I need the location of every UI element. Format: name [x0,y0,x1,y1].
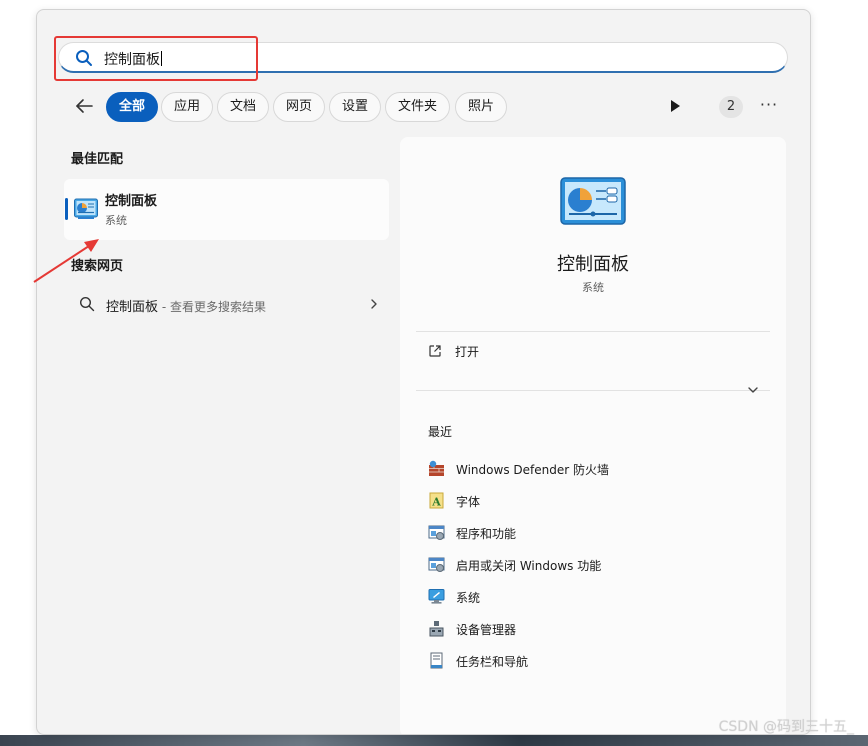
tab-photos[interactable]: 照片 [455,92,508,122]
recent-item-label: 程序和功能 [456,527,517,541]
best-match-result[interactable]: 控制面板 系统 [64,179,389,240]
device-manager-icon [429,621,444,637]
control-panel-large-icon [560,177,626,225]
tab-documents[interactable]: 文档 [217,92,270,122]
firewall-icon [429,460,444,476]
open-external-icon [429,345,441,357]
desktop-taskbar-strip [0,735,868,746]
best-match-heading: 最佳匹配 [71,152,124,167]
recent-item-device-manager[interactable]: 设备管理器 [428,619,768,639]
tab-all[interactable]: 全部 [106,92,159,122]
recent-heading: 最近 [428,425,453,439]
start-search-panel: 控制面板 全部 应用 文档 网页 设置 文件夹 照片 2 ··· 最佳匹配 控制… [36,9,811,735]
more-options-icon[interactable]: ··· [758,96,780,118]
search-icon [79,296,95,312]
programs-icon [428,525,445,540]
best-match-title: 控制面板 [105,194,158,209]
web-search-query: 控制面板 [106,300,159,315]
recent-item-label: 任务栏和导航 [456,655,529,669]
count-badge[interactable]: 2 [719,96,743,118]
recent-item-windows-features[interactable]: 启用或关闭 Windows 功能 [428,555,768,575]
recent-item-firewall[interactable]: Windows Defender 防火墙 [428,459,768,479]
open-label: 打开 [455,345,480,359]
chevron-right-icon [371,299,377,309]
tab-apps[interactable]: 应用 [161,92,214,122]
taskbar-icon [430,652,443,669]
recent-item-label: 设备管理器 [456,623,517,637]
annotation-highlight-box [54,36,258,81]
recent-item-fonts[interactable]: A 字体 [428,491,768,511]
recent-item-label: Windows Defender 防火墙 [456,463,609,477]
recent-item-programs[interactable]: 程序和功能 [428,523,768,543]
detail-app-name: 控制面板 [557,254,629,275]
recent-item-taskbar[interactable]: 任务栏和导航 [428,651,768,671]
web-search-suffix: - 查看更多搜索结果 [158,300,266,314]
control-panel-icon [74,198,98,219]
search-web-heading: 搜索网页 [71,259,124,274]
windows-features-icon [428,557,445,572]
selection-indicator [65,198,68,220]
system-icon [428,589,445,604]
best-match-subtitle: 系统 [105,214,127,227]
tab-folders[interactable]: 文件夹 [385,92,451,122]
recent-item-label: 字体 [456,495,481,509]
detail-app-type: 系统 [582,281,604,294]
chevron-down-icon[interactable] [746,383,760,397]
result-detail-pane: 控制面板 系统 打开 最近 Windows Defender 防火墙 A 字体 … [400,137,786,734]
tab-web[interactable]: 网页 [273,92,326,122]
divider [416,331,770,332]
recent-item-label: 启用或关闭 Windows 功能 [456,559,602,573]
recent-item-system[interactable]: 系统 [428,587,768,607]
play-icon[interactable] [667,98,683,114]
recent-item-label: 系统 [456,591,481,605]
font-icon: A [429,492,444,509]
tab-settings[interactable]: 设置 [329,92,382,122]
divider [416,390,770,391]
svg-text:A: A [431,496,441,509]
web-search-result[interactable]: 控制面板 - 查看更多搜索结果 [73,293,383,317]
back-arrow-icon[interactable] [73,95,95,117]
watermark: CSDN @码到三十五_ [718,719,854,735]
